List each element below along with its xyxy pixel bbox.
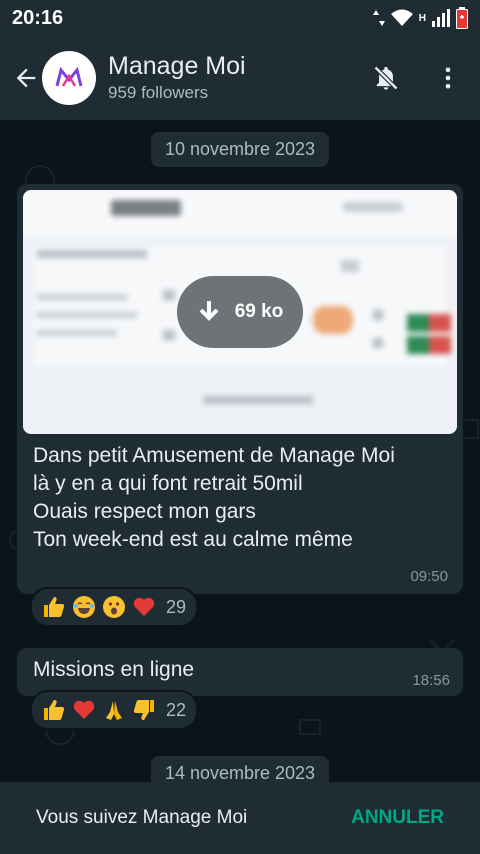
red-heart-icon <box>132 595 156 619</box>
more-options-button[interactable] <box>432 62 464 94</box>
message-bubble[interactable]: Missions en ligne 18:56 <box>17 648 463 696</box>
followers-count: 959 followers <box>108 83 209 102</box>
date-separator: 14 novembre 2023 <box>150 756 330 782</box>
cancel-button[interactable]: ANNULER <box>351 807 444 829</box>
more-vert-icon <box>445 67 451 89</box>
channel-logo-icon <box>55 66 83 87</box>
network-type-label: H <box>418 12 426 24</box>
message-line: Dans petit Amusement de Manage Moi <box>33 444 395 467</box>
reaction-count: 29 <box>166 596 187 617</box>
channel-name: Manage Moi <box>108 52 246 80</box>
message-line: Ton week-end est au calme même <box>33 528 353 551</box>
thumbs-up-icon <box>42 698 66 722</box>
date-separator: 10 novembre 2023 <box>150 132 330 167</box>
channel-avatar[interactable] <box>42 51 96 105</box>
message-line: Ouais respect mon gars <box>33 500 256 523</box>
message-text: Missions en ligne <box>33 658 195 681</box>
battery-icon <box>456 7 468 29</box>
channel-title[interactable]: Manage Moi 959 followers <box>108 51 246 105</box>
reaction-count: 22 <box>166 699 187 720</box>
following-text: Vous suivez Manage Moi <box>36 807 248 828</box>
download-arrow-icon <box>199 301 219 321</box>
message-line: là y en a qui font retrait 50mil <box>33 472 303 495</box>
reactions-bar[interactable]: 29 <box>30 587 199 627</box>
message-text: Dans petit Amusement de Manage Moi là y … <box>33 442 453 554</box>
surprised-face-icon <box>102 595 126 619</box>
bell-off-icon <box>373 65 399 91</box>
red-heart-icon <box>72 698 96 722</box>
reactions-bar[interactable]: 22 <box>30 690 199 730</box>
thumbs-down-icon <box>132 698 156 722</box>
folded-hands-icon <box>102 698 126 722</box>
status-time: 20:16 <box>12 6 64 29</box>
follow-status-bar: Vous suivez Manage Moi ANNULER <box>0 782 480 854</box>
download-size: 69 ko <box>234 301 284 322</box>
channel-header: Manage Moi 959 followers <box>0 36 480 120</box>
signal-icon <box>432 9 450 27</box>
laughing-face-icon <box>72 595 96 619</box>
chat-area[interactable]: 10 novembre 2023 69 ko Dans petit Amusem… <box>0 120 480 782</box>
message-time: 18:56 <box>412 672 450 689</box>
mute-button[interactable] <box>370 62 402 94</box>
thumbs-up-icon <box>42 595 66 619</box>
back-arrow-icon <box>16 68 36 88</box>
download-button[interactable]: 69 ko <box>177 276 303 348</box>
message-time: 09:50 <box>410 568 448 585</box>
data-arrows-icon <box>372 9 385 27</box>
status-icons: H <box>372 7 468 29</box>
status-bar: 20:16 H <box>0 0 480 36</box>
wifi-icon <box>390 9 413 27</box>
message-bubble[interactable]: 69 ko Dans petit Amusement de Manage Moi… <box>17 184 463 594</box>
image-attachment[interactable]: 69 ko <box>23 190 457 434</box>
